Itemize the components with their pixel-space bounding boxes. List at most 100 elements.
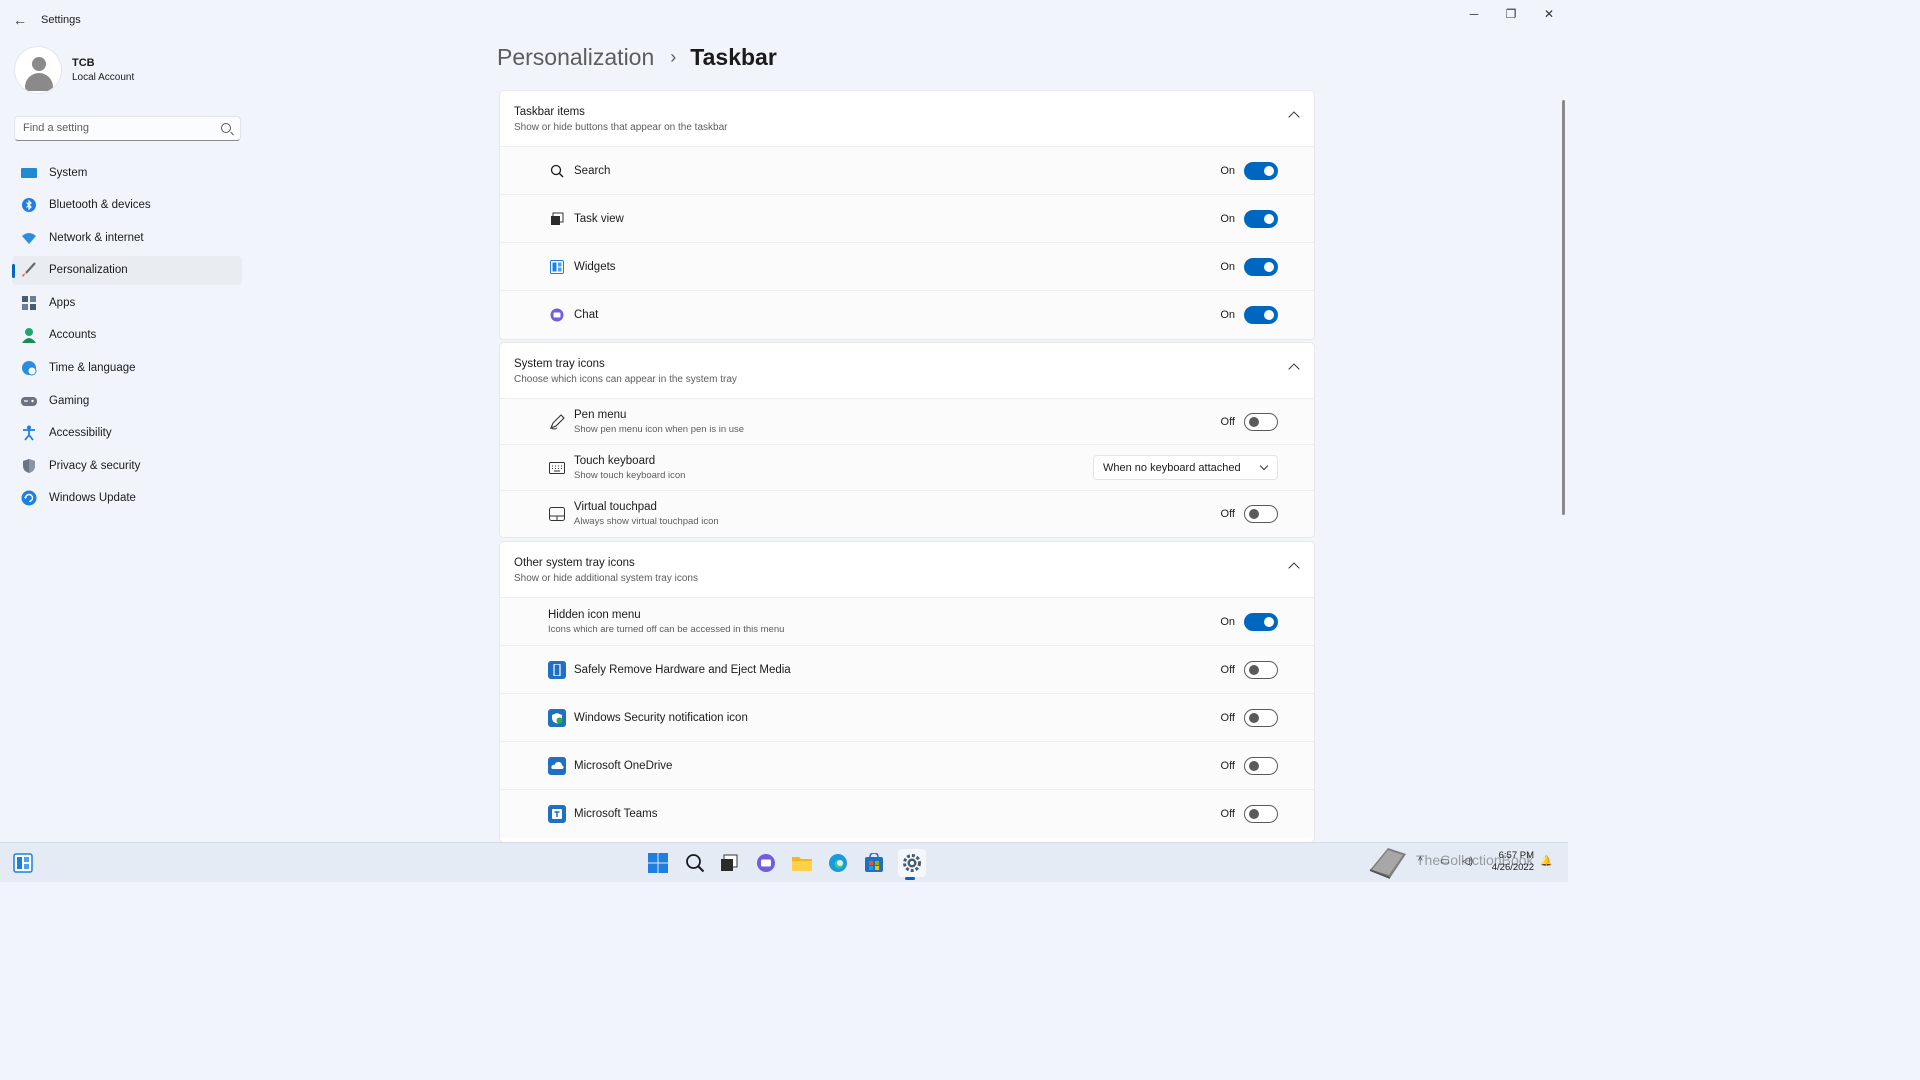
- search-toggle[interactable]: [1244, 161, 1278, 180]
- setting-row-widgets: Widgets On: [500, 243, 1314, 291]
- pen-menu-toggle[interactable]: [1244, 412, 1278, 431]
- chat-toggle[interactable]: [1244, 306, 1278, 324]
- search-input[interactable]: Find a setting: [14, 116, 241, 141]
- touchpad-icon: [548, 505, 566, 523]
- scrollbar[interactable]: [1562, 100, 1565, 515]
- setting-label: Task view: [574, 212, 624, 225]
- app-title: Settings: [41, 14, 81, 26]
- hidden-icon-menu-toggle[interactable]: [1244, 612, 1278, 631]
- windows-security-toggle[interactable]: [1244, 708, 1278, 727]
- sidebar-item-accessibility[interactable]: Accessibility: [12, 419, 242, 448]
- sidebar-item-apps[interactable]: Apps: [12, 288, 242, 317]
- sidebar-item-accounts[interactable]: Accounts: [12, 321, 242, 350]
- accessibility-icon: [21, 425, 37, 441]
- setting-row-touch-keyboard: Touch keyboard Show touch keyboard icon …: [500, 445, 1314, 491]
- back-arrow-icon[interactable]: ←: [10, 10, 30, 30]
- widgets-toggle[interactable]: [1244, 257, 1278, 276]
- setting-description: Icons which are turned off can be access…: [548, 623, 785, 635]
- sidebar-item-label: Personalization: [49, 264, 128, 277]
- breadcrumb-separator-icon: ›: [670, 47, 677, 67]
- setting-description: Show touch keyboard icon: [574, 469, 686, 481]
- task-view-taskbar-icon[interactable]: [717, 851, 741, 875]
- widgets-taskbar-icon[interactable]: [11, 851, 35, 875]
- edge-icon[interactable]: [826, 851, 850, 875]
- sidebar-item-privacy[interactable]: Privacy & security: [12, 451, 242, 480]
- virtual-touchpad-toggle[interactable]: [1244, 505, 1278, 523]
- breadcrumb: Personalization › Taskbar: [497, 44, 777, 71]
- clock-date: 4/26/2022: [1491, 862, 1534, 873]
- setting-label: Search: [574, 164, 611, 177]
- network-tray-icon[interactable]: ▭: [1440, 856, 1449, 867]
- setting-label: Pen menu: [574, 408, 627, 421]
- system-tray-header[interactable]: System tray icons Choose which icons can…: [500, 343, 1314, 399]
- setting-label: Touch keyboard: [574, 454, 656, 467]
- store-icon[interactable]: [862, 851, 886, 875]
- toggle-state-label: Off: [1220, 711, 1235, 724]
- globe-clock-icon: [21, 360, 37, 376]
- user-profile[interactable]: TCB Local Account: [14, 46, 134, 94]
- keyboard-icon: [548, 459, 566, 477]
- setting-row-safely-remove: Safely Remove Hardware and Eject Media O…: [500, 646, 1314, 694]
- setting-label: Microsoft Teams: [574, 808, 658, 820]
- sidebar-item-time-language[interactable]: Time & language: [12, 354, 242, 383]
- clock-time: 6:57 PM: [1498, 850, 1534, 861]
- toggle-state-label: On: [1220, 164, 1235, 177]
- avatar: [14, 46, 62, 94]
- maximize-button[interactable]: ❐: [1492, 4, 1530, 24]
- setting-row-pen-menu: Pen menu Show pen menu icon when pen is …: [500, 399, 1314, 445]
- sidebar-item-label: Network & internet: [49, 231, 144, 244]
- sidebar-item-system[interactable]: System: [12, 158, 242, 187]
- setting-label: Virtual touchpad: [574, 501, 657, 513]
- safely-remove-toggle[interactable]: [1244, 660, 1278, 679]
- start-icon[interactable]: [646, 851, 670, 875]
- breadcrumb-parent[interactable]: Personalization: [497, 44, 654, 71]
- task-view-icon: [548, 210, 566, 228]
- close-button[interactable]: ✕: [1530, 4, 1568, 24]
- section-title: Other system tray icons: [514, 557, 635, 569]
- other-tray-header[interactable]: Other system tray icons Show or hide add…: [500, 542, 1314, 598]
- search-taskbar-icon[interactable]: [683, 851, 707, 875]
- task-view-toggle[interactable]: [1244, 209, 1278, 228]
- chat-taskbar-icon[interactable]: [754, 851, 778, 875]
- page-title: Taskbar: [690, 44, 777, 70]
- clock[interactable]: 6:57 PM 4/26/2022: [1490, 850, 1534, 874]
- section-subtitle: Show or hide additional system tray icon…: [514, 573, 698, 584]
- sidebar-item-label: Bluetooth & devices: [49, 199, 151, 212]
- taskbar-items-header[interactable]: Taskbar items Show or hide buttons that …: [500, 91, 1314, 147]
- setting-row-teams: Microsoft Teams Off: [500, 790, 1314, 838]
- teams-icon: [548, 805, 566, 823]
- notification-bell-icon[interactable]: 🔔: [1540, 856, 1552, 867]
- section-title: System tray icons: [514, 358, 605, 370]
- sidebar-item-label: Windows Update: [49, 492, 136, 505]
- sidebar-item-bluetooth[interactable]: Bluetooth & devices: [12, 191, 242, 220]
- volume-tray-icon[interactable]: ◁): [1462, 856, 1473, 867]
- dropdown-value: When no keyboard attached: [1103, 462, 1241, 474]
- section-subtitle: Choose which icons can appear in the sys…: [514, 374, 737, 385]
- file-explorer-icon[interactable]: [790, 851, 814, 875]
- toggle-state-label: On: [1220, 615, 1235, 628]
- setting-description: Show pen menu icon when pen is in use: [574, 423, 745, 435]
- sidebar-item-label: Time & language: [49, 362, 136, 375]
- update-icon: [21, 490, 37, 506]
- sidebar-item-gaming[interactable]: Gaming: [12, 386, 242, 415]
- onedrive-toggle[interactable]: [1244, 756, 1278, 775]
- setting-row-virtual-touchpad: Virtual touchpad Always show virtual tou…: [500, 491, 1314, 537]
- chevron-up-tray-icon[interactable]: ^: [1418, 856, 1423, 867]
- system-icon: [21, 165, 37, 181]
- touch-keyboard-dropdown[interactable]: When no keyboard attached: [1093, 455, 1278, 480]
- sidebar-item-network[interactable]: Network & internet: [12, 223, 242, 252]
- settings-gear-icon[interactable]: [898, 849, 926, 877]
- toggle-state-label: Off: [1220, 759, 1235, 772]
- setting-label: Safely Remove Hardware and Eject Media: [574, 663, 791, 676]
- teams-toggle[interactable]: [1244, 805, 1278, 823]
- setting-label: Widgets: [574, 260, 616, 273]
- taskbar-items-section: Taskbar items Show or hide buttons that …: [499, 90, 1315, 340]
- sidebar-item-personalization[interactable]: Personalization: [12, 255, 242, 285]
- section-subtitle: Show or hide buttons that appear on the …: [514, 122, 728, 133]
- section-title: Taskbar items: [514, 106, 585, 118]
- apps-icon: [21, 295, 37, 311]
- sidebar-item-label: Privacy & security: [49, 459, 141, 472]
- sidebar-item-windows-update[interactable]: Windows Update: [12, 484, 242, 513]
- minimize-button[interactable]: ─: [1455, 4, 1493, 24]
- profile-name: TCB: [72, 57, 95, 69]
